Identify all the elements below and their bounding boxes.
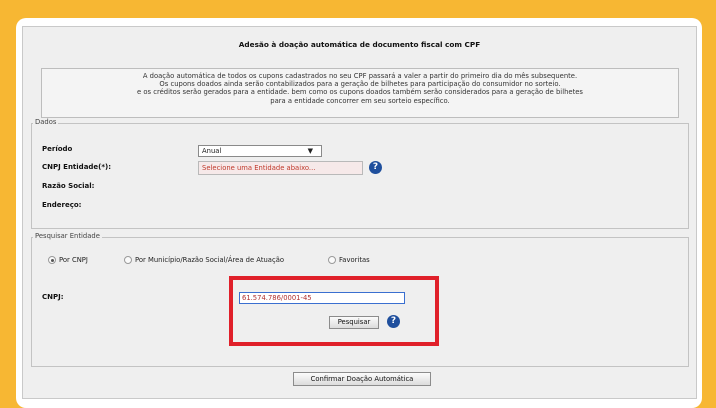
- cnpj-entidade-field[interactable]: Selecione uma Entidade abaixo...: [198, 161, 363, 175]
- cnpj-label: CNPJ:: [42, 293, 64, 301]
- radio-label-por-municipio[interactable]: Por Município/Razão Social/Área de Atuaç…: [135, 256, 284, 264]
- notice-line: Os cupons doados ainda serão contabiliza…: [159, 80, 561, 89]
- help-icon[interactable]: ?: [369, 161, 382, 174]
- dados-legend: Dados: [33, 118, 59, 126]
- highlight-box: [229, 276, 439, 346]
- notice-line: para a entidade concorrer em seu sorteio…: [270, 96, 450, 105]
- notice-box: A doação automática de todos os cupons c…: [41, 68, 679, 118]
- radio-label-por-cnpj[interactable]: Por CNPJ: [59, 256, 88, 264]
- pesquisar-legend: Pesquisar Entidade: [33, 232, 102, 240]
- confirm-donation-button[interactable]: Confirmar Doação Automática: [293, 372, 431, 386]
- periodo-value: Anual: [202, 147, 222, 155]
- radio-por-municipio[interactable]: [124, 256, 132, 264]
- cnpj-entidade-label: CNPJ Entidade(*):: [42, 163, 112, 171]
- radio-label-favoritas[interactable]: Favoritas: [339, 256, 370, 264]
- endereco-label: Endereço:: [42, 201, 82, 209]
- radio-favoritas[interactable]: [328, 256, 336, 264]
- form-panel: Adesão à doação automática de documento …: [22, 26, 697, 399]
- notice-line: A doação automática de todos os cupons c…: [142, 72, 578, 80]
- notice-line: e os créditos serão gerados para a entid…: [137, 88, 583, 97]
- page-title: Adesão à doação automática de documento …: [238, 40, 481, 49]
- chevron-down-icon: ▼: [307, 147, 313, 155]
- dados-fieldset: [31, 123, 689, 229]
- radio-por-cnpj[interactable]: [48, 256, 56, 264]
- razao-social-label: Razão Social:: [42, 182, 95, 190]
- periodo-label: Período: [42, 145, 73, 153]
- periodo-select[interactable]: Anual ▼: [198, 145, 322, 157]
